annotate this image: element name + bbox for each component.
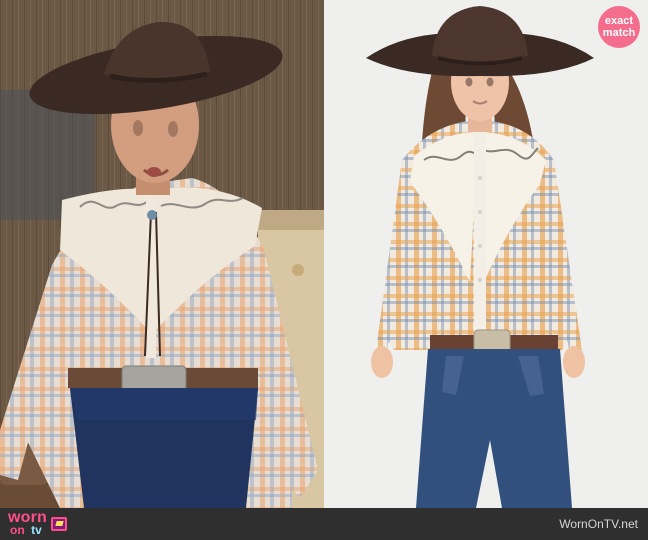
logo-tv-text: tv — [31, 523, 42, 537]
right-model-art — [324, 0, 648, 508]
site-brand: WornOnTV.net — [559, 517, 638, 531]
tv-icon — [51, 517, 68, 531]
exact-match-badge: exact match — [598, 6, 640, 48]
logo-on-text: on — [10, 523, 25, 537]
left-photo — [0, 0, 324, 508]
exact-match-line-2: match — [602, 27, 636, 39]
exact-match-line-1: exact — [604, 15, 634, 27]
logo-text: worn on tv — [8, 510, 47, 537]
worn-on-tv-logo: worn on tv — [8, 510, 68, 537]
left-scene-art — [0, 0, 324, 508]
logo-sub: on tv — [8, 524, 47, 536]
footer-bar: worn on tv WornOnTV.net — [0, 508, 648, 540]
right-photo: exact match — [324, 0, 648, 508]
